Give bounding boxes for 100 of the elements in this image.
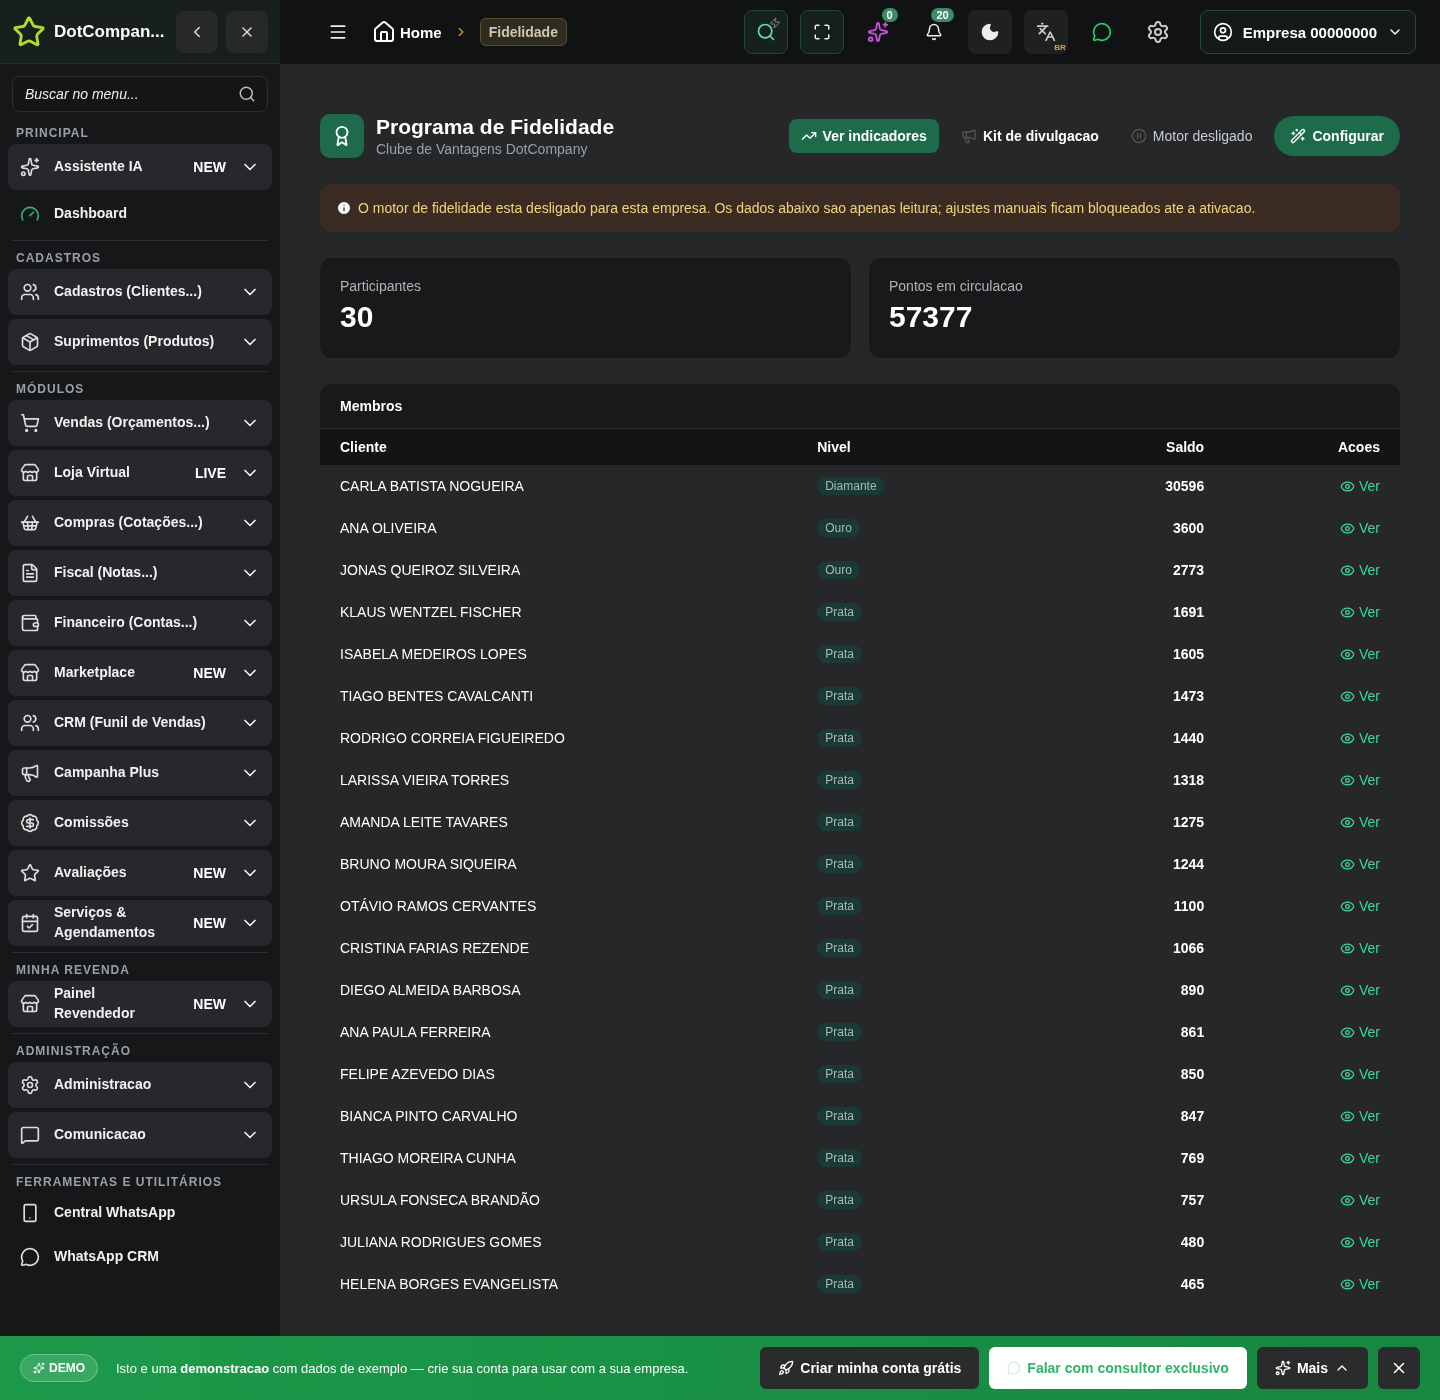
search-icon <box>238 85 256 103</box>
view-link[interactable]: Ver <box>1339 856 1380 872</box>
level-tag: Prata <box>817 855 862 873</box>
wallet-icon <box>20 613 40 633</box>
sidebar-item[interactable]: Campanha Plus <box>8 750 272 796</box>
table-cell: URSULA FONSECA BRANDÃO <box>340 1192 540 1208</box>
sidebar-item[interactable]: WhatsApp CRM <box>8 1237 272 1277</box>
eye-icon <box>1339 1150 1355 1166</box>
table-cell: 861 <box>1180 1024 1205 1040</box>
level-tag: Prata <box>817 1191 862 1209</box>
table-cell: 757 <box>1180 1192 1205 1208</box>
sidebar-item[interactable]: Cadastros (Clientes...) <box>8 269 272 315</box>
table-cell: 847 <box>1180 1108 1205 1124</box>
translate-button[interactable]: BR <box>1023 10 1068 54</box>
view-link[interactable]: Ver <box>1339 730 1380 746</box>
table-cell: 1318 <box>1173 772 1205 788</box>
view-link[interactable]: Ver <box>1339 520 1380 536</box>
table-cell: DIEGO ALMEIDA BARBOSA <box>340 982 521 998</box>
more-button[interactable]: Mais <box>1256 1347 1368 1389</box>
table-cell: ANA PAULA FERREIRA <box>340 1024 491 1040</box>
view-link[interactable]: Ver <box>1339 1192 1380 1208</box>
table-cell: AMANDA LEITE TAVARES <box>340 814 508 830</box>
settings-icon <box>1145 20 1170 44</box>
sidebar-item[interactable]: Loja Virtual LIVE <box>8 450 272 496</box>
view-link[interactable]: Ver <box>1339 478 1380 494</box>
table-cell: 1605 <box>1173 646 1205 662</box>
home-link[interactable]: Home <box>372 20 442 44</box>
table-cell: 465 <box>1180 1276 1205 1292</box>
sidebar-item[interactable]: Central WhatsApp <box>8 1193 272 1233</box>
view-link[interactable]: Ver <box>1339 1024 1380 1040</box>
table-cell: JULIANA RODRIGUES GOMES <box>340 1234 542 1250</box>
table-cell: ISABELA MEDEIROS LOPES <box>340 646 527 662</box>
sidebar-item[interactable]: Dashboard <box>8 194 272 234</box>
level-tag: Prata <box>817 813 862 831</box>
view-link[interactable]: Ver <box>1339 982 1380 998</box>
sidebar-item[interactable]: Avaliações NEW <box>8 850 272 896</box>
table-cell: BRUNO MOURA SIQUEIRA <box>340 856 517 872</box>
view-link[interactable]: Ver <box>1339 940 1380 956</box>
dollar-badge-icon <box>20 813 40 833</box>
create-account-button[interactable]: Criar minha conta grátis <box>760 1347 980 1389</box>
sidebar-item[interactable]: Financeiro (Contas...) <box>8 600 272 646</box>
view-link[interactable]: Ver <box>1339 898 1380 914</box>
section-title: MÓDULOS <box>15 380 86 396</box>
view-link[interactable]: Ver <box>1339 604 1380 620</box>
table-cell: 3600 <box>1173 520 1205 536</box>
search-button[interactable] <box>743 10 788 54</box>
account-dropdown[interactable]: Empresa 00000000 <box>1199 10 1416 54</box>
sidebar-item[interactable]: Marketplace NEW <box>8 650 272 696</box>
eye-icon <box>1339 562 1355 578</box>
table-cell: 1473 <box>1173 688 1205 704</box>
view-link[interactable]: Ver <box>1339 1234 1380 1250</box>
view-link[interactable]: Ver <box>1339 814 1380 830</box>
info-icon <box>336 200 352 216</box>
dark-mode-button[interactable] <box>967 10 1012 54</box>
table-cell: ANA OLIVEIRA <box>340 520 437 536</box>
eye-icon <box>1339 814 1355 830</box>
sidebar-item[interactable]: Compras (Cotações...) <box>8 500 272 546</box>
sidebar-item[interactable]: CRM (Funil de Vendas) <box>8 700 272 746</box>
level-tag: Prata <box>817 729 862 747</box>
action-button[interactable]: Kit de divulgacao <box>950 120 1109 152</box>
section-title: CADASTROS <box>15 250 102 265</box>
view-link[interactable]: Ver <box>1339 1108 1380 1124</box>
sidebar-item[interactable]: Painel Revendedor NEW <box>8 981 272 1027</box>
sidebar-item[interactable]: Fiscal (Notas...) <box>8 550 272 596</box>
view-link[interactable]: Ver <box>1339 562 1380 578</box>
level-tag: Prata <box>817 1065 862 1083</box>
table-cell: TIAGO BENTES CAVALCANTI <box>340 688 534 704</box>
moon-icon <box>979 22 1000 42</box>
sidebar-item[interactable]: Comunicacao <box>8 1112 272 1158</box>
gauge-icon <box>20 204 40 224</box>
table-cell: 1100 <box>1173 898 1205 914</box>
user-icon <box>1212 22 1233 42</box>
view-link[interactable]: Ver <box>1339 1150 1380 1166</box>
view-link[interactable]: Ver <box>1339 772 1380 788</box>
close-button[interactable] <box>1378 1347 1420 1389</box>
sidebar-item[interactable]: Suprimentos (Produtos) <box>8 319 272 365</box>
view-link[interactable]: Ver <box>1339 1276 1380 1292</box>
sidebar-item[interactable]: Administracao <box>8 1062 272 1108</box>
sidebar-item[interactable]: Serviços & Agendamentos NEW <box>8 900 272 946</box>
sidebar-item[interactable]: Vendas (Orçamentos...) <box>8 400 272 446</box>
ai-sparkle-button[interactable]: 0 <box>855 10 900 54</box>
level-tag: Prata <box>817 1149 862 1167</box>
close-button[interactable] <box>226 10 268 53</box>
section-title: MINHA REVENDA <box>15 962 131 977</box>
view-link[interactable]: Ver <box>1339 646 1380 662</box>
translate-icon <box>1035 22 1056 42</box>
menu-search-field[interactable]: Buscar no menu... <box>12 76 268 112</box>
view-link[interactable]: Ver <box>1339 688 1380 704</box>
chat-bubble-icon <box>1091 22 1112 42</box>
fullscreen-icon <box>812 23 831 41</box>
action-button[interactable]: Configurar <box>1274 116 1400 156</box>
demo-message: Isto e uma demonstracao com dados de exemplo — crie sua conta para usar com a sua empresa. <box>116 1360 690 1376</box>
level-tag: Prata <box>817 603 862 621</box>
fullscreen-button[interactable] <box>799 10 844 54</box>
view-link[interactable]: Ver <box>1339 1066 1380 1082</box>
count-badge: 0 <box>881 8 898 22</box>
sidebar-item[interactable]: Assistente IA NEW <box>8 144 272 190</box>
sidebar-item[interactable]: Comissões <box>8 800 272 846</box>
action-button[interactable]: Ver indicadores <box>788 119 939 153</box>
notifications-button[interactable]: 20 <box>911 10 956 54</box>
